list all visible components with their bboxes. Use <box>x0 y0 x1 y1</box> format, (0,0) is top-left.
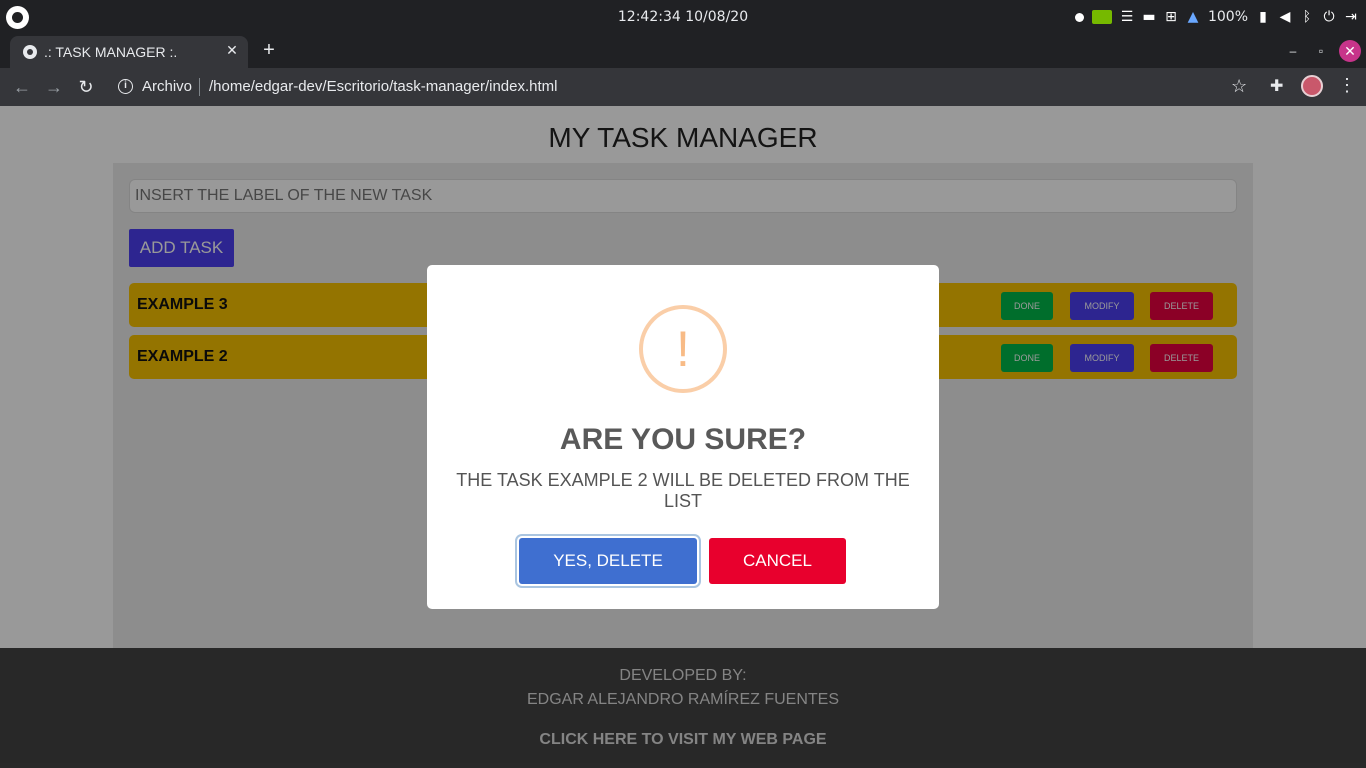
confirm-delete-button[interactable]: YES, DELETE <box>519 538 697 584</box>
tab-title: .: TASK MANAGER :. <box>44 44 178 60</box>
dialog-title: ARE YOU SURE? <box>559 423 807 456</box>
folder-icon[interactable]: ▬ <box>1142 10 1156 24</box>
nvidia-icon[interactable] <box>1091 10 1112 24</box>
close-tab-icon[interactable]: ✕ <box>224 42 240 58</box>
browser-tab-strip: .: TASK MANAGER :. ✕ + – ▫ ✕ <box>0 34 1366 68</box>
power-icon[interactable]: ⏻ <box>1322 10 1336 24</box>
reload-icon[interactable]: ↻ <box>76 77 96 97</box>
dot-icon[interactable] <box>1074 12 1084 22</box>
system-top-bar: 12:42:34 10/08/20 ☰ ▬ ⊞ ▲ 100% ▮ ◀ ᛒ ⏻ ⇥ <box>0 0 1366 34</box>
browser-toolbar: ← → ↻ i Archivo /home/edgar-dev/Escritor… <box>0 68 1366 106</box>
globe-icon <box>23 45 37 59</box>
bell-icon[interactable]: ▲ <box>1186 10 1200 24</box>
minimize-window-icon[interactable]: – <box>1286 44 1300 58</box>
network-icon[interactable]: ⊞ <box>1164 10 1178 24</box>
confirm-dialog: ! ARE YOU SURE? THE TASK EXAMPLE 2 WILL … <box>427 265 939 609</box>
address-bar-url[interactable]: /home/edgar-dev/Escritorio/task-manager/… <box>209 78 558 95</box>
dialog-message: THE TASK EXAMPLE 2 WILL BE DELETED FROM … <box>456 470 910 511</box>
cancel-button[interactable]: CANCEL <box>709 538 846 584</box>
volume-icon[interactable]: ◀ <box>1278 10 1292 24</box>
system-tray: ☰ ▬ ⊞ ▲ 100% ▮ ◀ ᛒ ⏻ ⇥ <box>1074 7 1358 27</box>
close-window-icon[interactable]: ✕ <box>1339 40 1361 62</box>
forward-arrow-icon[interactable]: → <box>44 77 64 97</box>
url-divider <box>199 78 200 96</box>
menu-lines-icon[interactable]: ☰ <box>1120 10 1134 24</box>
browser-tab[interactable]: .: TASK MANAGER :. ✕ <box>10 36 248 68</box>
back-arrow-icon[interactable]: ← <box>12 77 32 97</box>
maximize-window-icon[interactable]: ▫ <box>1314 44 1328 58</box>
extensions-puzzle-icon[interactable]: ✚ <box>1270 76 1283 96</box>
bookmark-star-icon[interactable]: ☆ <box>1231 76 1247 97</box>
battery-icon[interactable]: ▮ <box>1256 10 1270 24</box>
url-scheme-label[interactable]: Archivo <box>142 78 192 95</box>
new-tab-icon[interactable]: + <box>258 40 280 62</box>
battery-percent: 100% <box>1207 9 1248 25</box>
logout-icon[interactable]: ⇥ <box>1344 10 1358 24</box>
info-icon[interactable]: i <box>118 79 133 94</box>
browser-menu-icon[interactable]: ⋮ <box>1338 75 1356 96</box>
bluetooth-icon[interactable]: ᛒ <box>1300 10 1314 24</box>
warning-icon: ! <box>639 305 727 393</box>
profile-avatar[interactable] <box>1301 75 1323 97</box>
